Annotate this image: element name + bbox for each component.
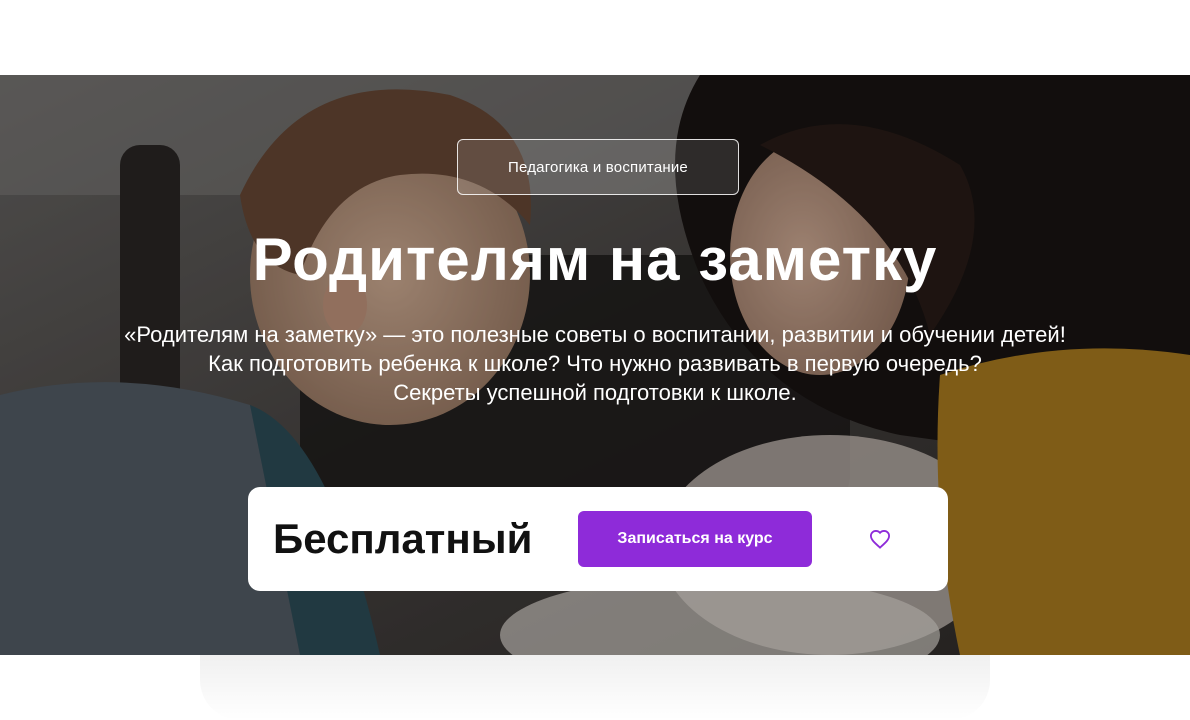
page-title: Родителям на заметку [252, 226, 938, 293]
category-badge[interactable]: Педагогика и воспитание [457, 139, 739, 195]
heart-outline-icon [869, 529, 891, 549]
description-line: «Родителям на заметку» — это полезные со… [124, 322, 1066, 347]
price-label: Бесплатный [273, 515, 533, 562]
content-shadow [200, 655, 990, 720]
favorite-button[interactable] [864, 523, 896, 555]
course-description: «Родителям на заметку» — это полезные со… [0, 320, 1190, 407]
price-card: Бесплатный Записаться на курс [248, 487, 948, 591]
description-line: Как подготовить ребенка к школе? Что нуж… [208, 351, 982, 376]
top-bar [0, 0, 1190, 75]
enroll-button[interactable]: Записаться на курс [578, 511, 812, 567]
description-line: Секреты успешной подготовки к школе. [393, 380, 797, 405]
hero-section: Педагогика и воспитание Родителям на зам… [0, 75, 1190, 655]
